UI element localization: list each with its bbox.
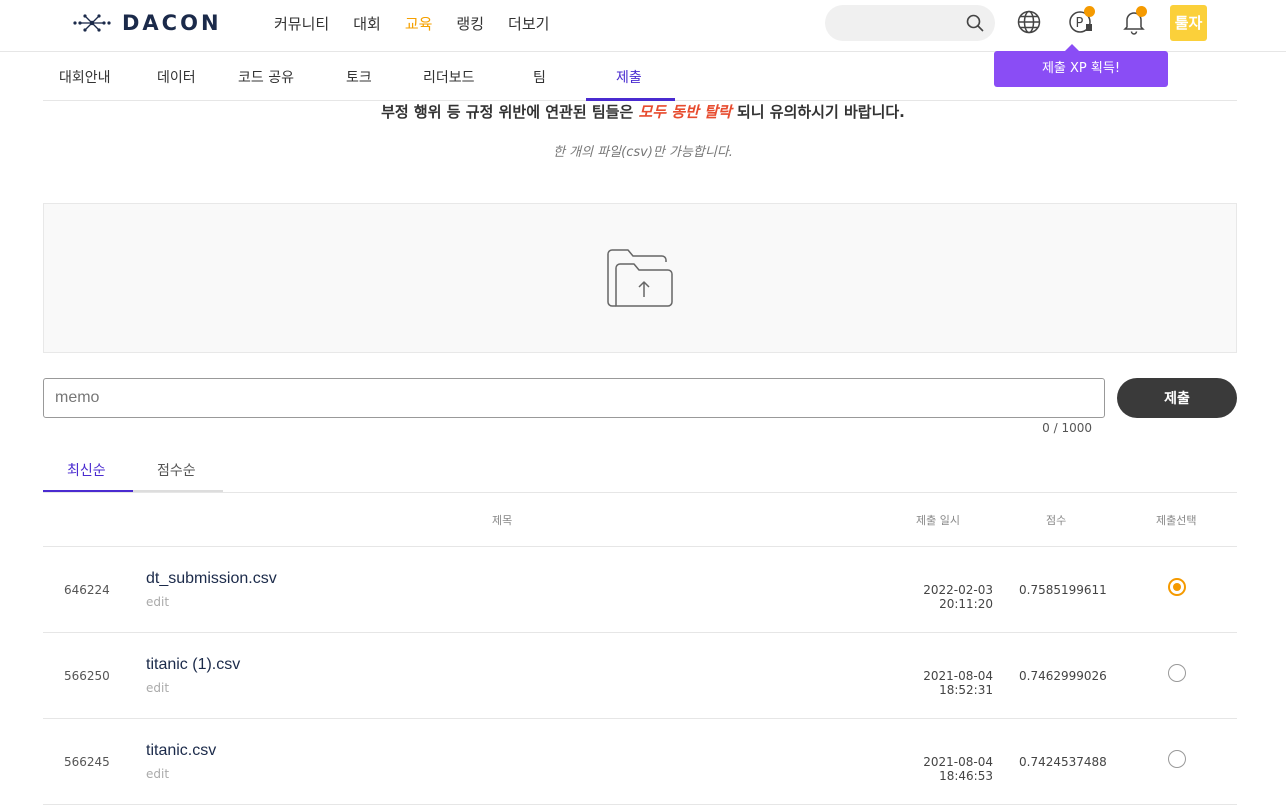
nav-community[interactable]: 커뮤니티 xyxy=(274,13,329,35)
submission-id: 566245 xyxy=(64,755,110,769)
tab-team[interactable]: 팀 xyxy=(533,67,546,87)
sort-active-underline xyxy=(43,490,133,492)
main-nav: 커뮤니티 대회 교육 랭킹 더보기 xyxy=(274,13,573,35)
bell-notification-dot xyxy=(1136,6,1147,17)
submission-score: 0.7424537488 xyxy=(1019,755,1107,769)
submission-score: 0.7585199611 xyxy=(1019,583,1107,597)
select-radio[interactable] xyxy=(1168,750,1186,768)
notice-text-after: 되니 유의하시기 바랍니다. xyxy=(731,103,905,121)
dacon-logo[interactable]: DACON xyxy=(72,10,222,36)
tab-talk[interactable]: 토크 xyxy=(346,67,372,87)
sort-tabs: 최신순 점수순 xyxy=(43,452,1237,493)
network-logo-icon xyxy=(73,14,111,32)
table-row: 566245 titanic.csv edit 2021-08-04 18:46… xyxy=(43,719,1237,805)
edit-link[interactable]: edit xyxy=(146,681,169,695)
top-header: DACON 커뮤니티 대회 교육 랭킹 더보기 P 툴자 xyxy=(0,0,1286,52)
user-avatar[interactable]: 툴자 xyxy=(1170,5,1207,41)
file-type-note: 한 개의 파일(csv)만 가능합니다. xyxy=(553,145,733,160)
submission-date: 2021-08-04 18:52:31 xyxy=(923,669,993,697)
submission-table-header: 제목 제출 일시 점수 제출선택 xyxy=(43,493,1237,547)
select-radio[interactable] xyxy=(1168,578,1186,596)
memo-input[interactable] xyxy=(43,378,1105,418)
sort-inactive-underline xyxy=(133,490,223,492)
memo-char-counter: 0 / 1000 xyxy=(1042,421,1092,435)
col-title: 제목 xyxy=(492,514,513,527)
tooltip-arrow xyxy=(1065,44,1079,51)
bell-icon[interactable] xyxy=(1121,6,1147,35)
sort-latest-tab[interactable]: 최신순 xyxy=(67,460,106,480)
submission-date: 2022-02-03 20:11:20 xyxy=(923,583,993,611)
tab-info[interactable]: 대회안내 xyxy=(59,67,111,87)
submit-button[interactable]: 제출 xyxy=(1117,378,1237,418)
submission-filename[interactable]: titanic.csv xyxy=(146,742,216,760)
tab-submit[interactable]: 제출 xyxy=(616,67,642,87)
file-upload-dropzone[interactable] xyxy=(43,203,1237,353)
col-date: 제출 일시 xyxy=(916,514,960,527)
submission-filename[interactable]: titanic (1).csv xyxy=(146,656,240,674)
submission-filename[interactable]: dt_submission.csv xyxy=(146,570,277,588)
notice-warning: 모두 동반 탈락 xyxy=(638,103,732,121)
submission-id: 566250 xyxy=(64,669,110,683)
tab-leaderboard[interactable]: 리더보드 xyxy=(423,67,475,87)
sort-score-tab[interactable]: 점수순 xyxy=(157,460,196,480)
search-input[interactable] xyxy=(825,5,995,41)
table-row: 566250 titanic (1).csv edit 2021-08-04 1… xyxy=(43,633,1237,719)
nav-education[interactable]: 교육 xyxy=(405,13,433,35)
points-icon[interactable]: P xyxy=(1068,6,1095,35)
table-row: 646224 dt_submission.csv edit 2022-02-03… xyxy=(43,547,1237,633)
competition-tabs: 대회안내 데이터 코드 공유 토크 리더보드 팀 제출 xyxy=(43,52,1237,101)
search-icon[interactable] xyxy=(965,13,985,33)
nav-more[interactable]: 더보기 xyxy=(508,13,549,35)
submission-id: 646224 xyxy=(64,583,110,597)
folder-upload-icon xyxy=(607,249,673,307)
nav-competition[interactable]: 대회 xyxy=(353,13,381,35)
globe-icon[interactable] xyxy=(1016,9,1042,35)
tab-data[interactable]: 데이터 xyxy=(157,67,196,87)
submission-score: 0.7462999026 xyxy=(1019,669,1107,683)
nav-ranking[interactable]: 랭킹 xyxy=(456,13,484,35)
logo-text: DACON xyxy=(122,11,222,35)
points-notification-dot xyxy=(1084,6,1095,17)
tab-code-share[interactable]: 코드 공유 xyxy=(238,67,294,87)
edit-link[interactable]: edit xyxy=(146,595,169,609)
submission-date: 2021-08-04 18:46:53 xyxy=(923,755,993,783)
col-score: 점수 xyxy=(1046,514,1067,527)
col-select: 제출선택 xyxy=(1156,514,1197,527)
notice-text-before: 부정 행위 등 규정 위반에 연관된 팀들은 xyxy=(381,103,639,121)
svg-text:P: P xyxy=(1076,16,1084,31)
edit-link[interactable]: edit xyxy=(146,767,169,781)
select-radio[interactable] xyxy=(1168,664,1186,682)
rules-notice: 부정 행위 등 규정 위반에 연관된 팀들은 모두 동반 탈락 되니 유의하시기… xyxy=(0,101,1286,122)
